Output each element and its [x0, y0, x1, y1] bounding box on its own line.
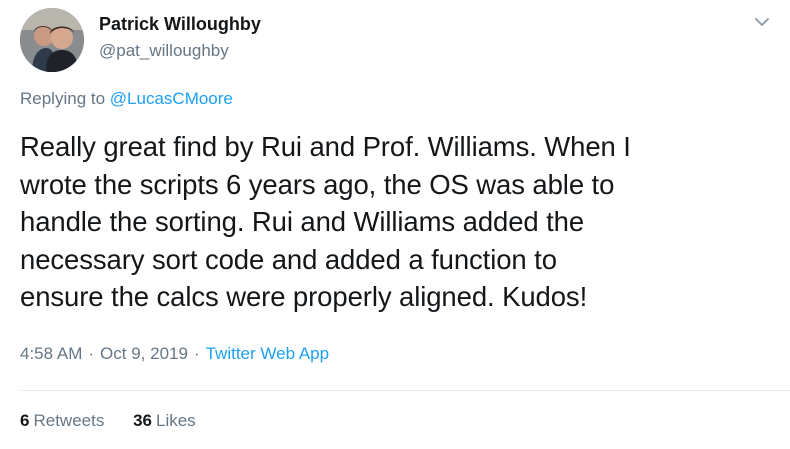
- retweets-stat[interactable]: 6 Retweets: [20, 411, 104, 430]
- likes-stat[interactable]: 36 Likes: [133, 411, 196, 430]
- tweet-text: Really great find by Rui and Prof. Willi…: [20, 128, 780, 316]
- tweet-text-line: Really great find by Rui and Prof. Willi…: [20, 131, 631, 162]
- avatar-photo: [20, 8, 84, 72]
- tweet-text-line: necessary sort code and added a function…: [20, 243, 557, 275]
- author-handle[interactable]: @pat_willoughby: [99, 41, 229, 61]
- tweet-time[interactable]: 4:58 AM: [20, 344, 82, 363]
- retweets-label: Retweets: [33, 411, 105, 430]
- tweet-text-line: handle the sorting. Rui and Williams add…: [20, 206, 585, 237]
- avatar[interactable]: [20, 8, 84, 72]
- replying-to: Replying to @LucasCMoore: [20, 89, 233, 109]
- tweet-stats: 6 Retweets 36 Likes: [20, 411, 220, 431]
- meta-separator: ·: [88, 344, 95, 363]
- tweet-source-link[interactable]: Twitter Web App: [206, 344, 329, 363]
- meta-separator: ·: [193, 344, 200, 363]
- replying-prefix: Replying to: [20, 89, 106, 108]
- tweet-text-line: wrote the scripts 6 years ago, the OS wa…: [20, 168, 615, 200]
- tweet-text-line: ensure the calcs were properly aligned. …: [20, 281, 588, 312]
- author-name[interactable]: Patrick Willoughby: [99, 14, 261, 35]
- retweets-count: 6: [20, 411, 30, 430]
- tweet-date[interactable]: Oct 9, 2019: [100, 344, 188, 363]
- likes-label: Likes: [156, 411, 196, 430]
- likes-count: 36: [133, 411, 152, 430]
- tweet-card: Patrick Willoughby @pat_willoughby Reply…: [0, 0, 790, 449]
- divider: [20, 390, 790, 391]
- reply-mention-link[interactable]: @LucasCMoore: [110, 89, 233, 108]
- chevron-down-icon[interactable]: [752, 14, 772, 30]
- tweet-meta: 4:58 AM · Oct 9, 2019 · Twitter Web App: [20, 344, 329, 364]
